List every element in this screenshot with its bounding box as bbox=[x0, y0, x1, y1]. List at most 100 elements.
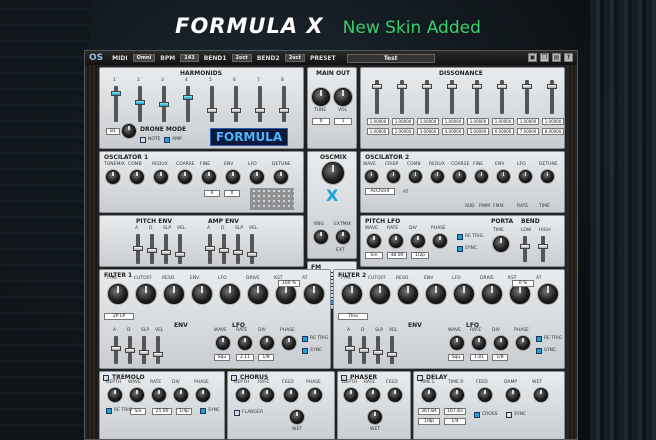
osc2-knob-0[interactable] bbox=[365, 170, 378, 183]
dissonance-bottom-value-2[interactable]: 3.00000 bbox=[417, 128, 439, 135]
filter1-env-fader-cap-2[interactable] bbox=[139, 350, 149, 355]
filter1-kst-value[interactable]: 100 % bbox=[278, 280, 300, 287]
filter1-env-fader-3[interactable] bbox=[153, 336, 163, 364]
help-icon[interactable]: ? bbox=[564, 53, 573, 62]
osc1-pad-grid[interactable] bbox=[250, 188, 294, 210]
dissonance-fader-cap-0[interactable] bbox=[372, 84, 382, 89]
filter1-knob-7[interactable] bbox=[304, 284, 324, 304]
phaser-knob-2[interactable] bbox=[388, 388, 402, 402]
filter2-env-fader-2[interactable] bbox=[373, 336, 383, 364]
tremolo-knob-1[interactable] bbox=[130, 388, 144, 402]
filter2-knob-4[interactable] bbox=[454, 284, 474, 304]
harmonic-fader-cap-7[interactable] bbox=[279, 108, 289, 113]
dissonance-top-value-2[interactable]: 1.00000 bbox=[417, 118, 439, 125]
chorus-knob-2[interactable] bbox=[284, 388, 298, 402]
dissonance-fader-cap-7[interactable] bbox=[547, 84, 557, 89]
filter1-lfo-div-value[interactable]: 1/8 bbox=[258, 354, 274, 361]
amp-checkbox[interactable] bbox=[164, 137, 170, 143]
harmonic-fader-4[interactable] bbox=[207, 86, 217, 122]
delay-time-l-value[interactable]: 367.84 bbox=[418, 408, 440, 415]
filter2-kst-value[interactable]: 0 % bbox=[512, 280, 534, 287]
chorus-knob-0[interactable] bbox=[236, 388, 250, 402]
filter1-knob-0[interactable] bbox=[108, 284, 128, 304]
extmix-knob[interactable] bbox=[336, 230, 350, 244]
filter1-knob-6[interactable] bbox=[276, 284, 296, 304]
filter1-knob-3[interactable] bbox=[192, 284, 212, 304]
save-icon[interactable]: ▣ bbox=[528, 53, 537, 62]
osc2-knob-1[interactable] bbox=[387, 170, 400, 183]
filter2-knob-0[interactable] bbox=[342, 284, 362, 304]
dissonance-fader-4[interactable] bbox=[472, 80, 482, 114]
pitch-env-fader-cap-0[interactable] bbox=[133, 246, 143, 251]
pitch-env-fader-cap-2[interactable] bbox=[161, 250, 171, 255]
filter2-sync-checkbox[interactable] bbox=[536, 348, 542, 354]
filter2-lfo-div-value[interactable]: 1/8 bbox=[492, 354, 508, 361]
dissonance-bottom-value-0[interactable]: 1.00000 bbox=[367, 128, 389, 135]
bend-low-fader[interactable] bbox=[520, 236, 530, 262]
filter2-env-fader-3[interactable] bbox=[387, 336, 397, 364]
osc1-knob-2[interactable] bbox=[154, 170, 168, 184]
amp-env-fader-cap-2[interactable] bbox=[233, 250, 243, 255]
filter1-lfo-knob-1[interactable] bbox=[238, 336, 252, 350]
pitch-lfo-retrig-checkbox[interactable] bbox=[457, 234, 463, 240]
vol-knob[interactable] bbox=[334, 88, 352, 106]
delay-cross-checkbox[interactable] bbox=[474, 412, 480, 418]
drone-knob[interactable] bbox=[122, 124, 136, 138]
filter1-env-fader-cap-3[interactable] bbox=[153, 352, 163, 357]
filter1-retrig-checkbox[interactable] bbox=[302, 336, 308, 342]
filter2-env-fader-cap-1[interactable] bbox=[359, 348, 369, 353]
dissonance-bottom-value-6[interactable]: 7.00000 bbox=[517, 128, 539, 135]
delay-knob-3[interactable] bbox=[506, 388, 520, 402]
phaser-knob-0[interactable] bbox=[344, 388, 358, 402]
filter1-env-fader-0[interactable] bbox=[111, 336, 121, 364]
bend-high-fader[interactable] bbox=[538, 236, 548, 262]
filter2-env-fader-cap-3[interactable] bbox=[387, 352, 397, 357]
osc1-fine-value[interactable]: 0 bbox=[224, 190, 240, 197]
filter1-lfo-knob-2[interactable] bbox=[260, 336, 274, 350]
pitch-env-fader-cap-1[interactable] bbox=[147, 248, 157, 253]
dissonance-bottom-value-7[interactable]: 8.00000 bbox=[542, 128, 564, 135]
filter2-lfo-rate-value[interactable]: 1.81 bbox=[470, 354, 488, 361]
dissonance-fader-2[interactable] bbox=[422, 80, 432, 114]
filter2-lfo-knob-1[interactable] bbox=[472, 336, 486, 350]
filter2-knob-1[interactable] bbox=[370, 284, 390, 304]
harmonic-fader-3[interactable] bbox=[183, 86, 193, 122]
amp-env-fader-0[interactable] bbox=[205, 234, 215, 264]
filter1-env-fader-2[interactable] bbox=[139, 336, 149, 364]
osc2-knob-2[interactable] bbox=[409, 170, 422, 183]
filter2-env-fader-cap-0[interactable] bbox=[345, 346, 355, 351]
pitch-env-fader-1[interactable] bbox=[147, 234, 157, 264]
harmonic-fader-cap-4[interactable] bbox=[207, 108, 217, 113]
osc1-knob-5[interactable] bbox=[226, 170, 240, 184]
harmonic-fader-cap-6[interactable] bbox=[255, 108, 265, 113]
bend2-select[interactable]: 2oct bbox=[284, 54, 305, 62]
bend1-select[interactable]: 2oct bbox=[231, 54, 252, 62]
bpm-value[interactable]: 143 bbox=[180, 54, 199, 62]
pitch-lfo-knob-3[interactable] bbox=[433, 234, 447, 248]
vol-value[interactable]: 1 bbox=[334, 118, 352, 125]
pitch-lfo-sync-checkbox[interactable] bbox=[457, 246, 463, 252]
osc1-knob-7[interactable] bbox=[274, 170, 288, 184]
osc2-knob-5[interactable] bbox=[475, 170, 488, 183]
harmonic-fader-0[interactable] bbox=[111, 86, 121, 122]
chorus-wet-knob[interactable] bbox=[290, 410, 304, 424]
dissonance-bottom-value-1[interactable]: 2.00000 bbox=[392, 128, 414, 135]
delay-knob-0[interactable] bbox=[422, 388, 436, 402]
dissonance-fader-cap-6[interactable] bbox=[522, 84, 532, 89]
delay-knob-4[interactable] bbox=[534, 388, 548, 402]
dissonance-fader-cap-5[interactable] bbox=[497, 84, 507, 89]
osc1-knob-1[interactable] bbox=[130, 170, 144, 184]
filter1-lfo-wave-value[interactable]: Squ bbox=[214, 354, 230, 361]
filter1-lfo-knob-3[interactable] bbox=[282, 336, 296, 350]
harmonic-fader-cap-0[interactable] bbox=[111, 91, 121, 96]
harmonic-fader-1[interactable] bbox=[135, 86, 145, 122]
dissonance-fader-cap-3[interactable] bbox=[447, 84, 457, 89]
filter2-lfo-wave-value[interactable]: Squ bbox=[448, 354, 464, 361]
filter2-env-fader-1[interactable] bbox=[359, 336, 369, 364]
dissonance-top-value-3[interactable]: 1.00000 bbox=[442, 118, 464, 125]
tremolo-div-value[interactable]: 1/4p bbox=[176, 408, 192, 415]
harmonic-fader-2[interactable] bbox=[159, 86, 169, 122]
dissonance-top-value-7[interactable]: 1.00000 bbox=[542, 118, 564, 125]
delay-div-l-value[interactable]: 1/8p bbox=[418, 418, 440, 425]
rng-knob[interactable] bbox=[314, 230, 328, 244]
